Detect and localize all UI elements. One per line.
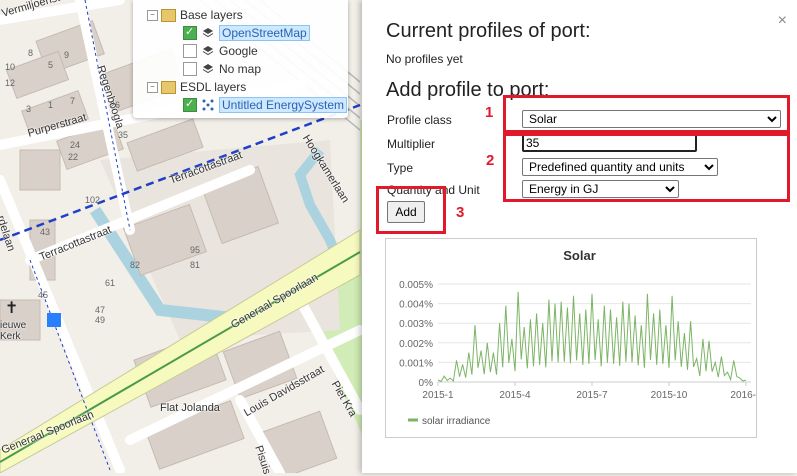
layer-checkbox[interactable] <box>183 25 197 40</box>
type-label: Type <box>387 161 414 175</box>
x-tick-label: 2015-10 <box>651 390 688 401</box>
series-line <box>437 291 747 383</box>
quantity-unit-label: Quantity and Unit <box>387 183 480 197</box>
add-button[interactable]: Add <box>387 201 425 223</box>
solar-chart: Solar 0% 0.001% 0.002% 0.003% 0.004% 0.005% 201… <box>399 248 762 427</box>
chart-container: Solar 0% 0.001% 0.002% 0.003% 0.004% 0.005% 201… <box>385 238 762 438</box>
multiplier-label: Multiplier <box>387 137 436 151</box>
layers-icon <box>202 28 214 38</box>
no-profiles-text: No profiles yet <box>386 52 463 66</box>
y-tick-label: 0.005% <box>399 280 433 291</box>
house-number: 9 <box>64 50 70 60</box>
poi-label: ieuwe Kerk <box>0 320 27 342</box>
house-number: 81 <box>190 260 201 270</box>
layer-label: Untitled EnergySystem <box>219 97 348 113</box>
folder-icon <box>161 80 176 94</box>
x-tick-label: 2015-4 <box>499 390 531 401</box>
base-layers-label: Base layers <box>180 8 243 22</box>
layer-checkbox[interactable] <box>183 62 197 76</box>
x-tick-label: 2015-1 <box>422 390 454 401</box>
house-number: 49 <box>95 315 106 325</box>
house-number: 47 <box>95 305 106 315</box>
esdl-layers-label: ESDL layers <box>180 80 247 94</box>
house-number: 43 <box>40 227 51 237</box>
close-icon[interactable]: × <box>778 12 787 30</box>
y-tick-label: 0.002% <box>399 339 433 350</box>
annotation-number: 3 <box>456 204 465 221</box>
layer-item-openstreetmap[interactable]: OpenStreetMap <box>183 24 310 42</box>
base-layers-node[interactable]: − Base layers <box>147 6 243 24</box>
layer-item-energysystem[interactable]: Untitled EnergySystem <box>183 96 348 114</box>
house-number: 82 <box>130 260 141 270</box>
layer-checkbox[interactable] <box>183 97 197 112</box>
house-number: 12 <box>5 78 16 88</box>
collapse-icon[interactable]: − <box>147 9 158 21</box>
svg-text:✝: ✝ <box>5 298 18 317</box>
chart-title: Solar <box>563 248 596 263</box>
x-tick-label: 2015-7 <box>576 390 608 401</box>
street-label: Flat Jolanda <box>160 402 220 414</box>
profile-class-select[interactable]: Solar <box>522 110 781 128</box>
house-number: 61 <box>105 278 116 288</box>
house-number: 35 <box>118 130 129 140</box>
y-tick-label: 0.004% <box>399 300 433 311</box>
house-number: 22 <box>68 152 79 162</box>
layer-label: No map <box>219 62 262 76</box>
layers-icon <box>202 64 214 74</box>
x-tick-label: 2016-1 <box>730 390 756 401</box>
layer-checkbox[interactable] <box>183 44 197 58</box>
folder-icon <box>161 8 176 22</box>
house-number: 26 <box>110 100 121 110</box>
layers-icon <box>202 46 214 56</box>
house-number: 7 <box>70 96 76 106</box>
house-number: 10 <box>5 62 16 72</box>
legend-label: solar irradiance <box>422 416 491 427</box>
collapse-icon[interactable]: − <box>147 81 158 93</box>
house-number: 1 <box>48 100 54 110</box>
quantity-unit-select[interactable]: Energy in GJ <box>522 180 679 198</box>
house-number: 24 <box>70 140 81 150</box>
layer-label: Google <box>219 44 258 58</box>
house-number: 102 <box>85 195 101 205</box>
layer-label: OpenStreetMap <box>219 25 310 41</box>
y-tick-label: 0.001% <box>399 358 433 369</box>
house-number: 45 <box>38 290 49 300</box>
layer-item-no-map[interactable]: No map <box>183 60 261 78</box>
house-number: 8 <box>28 48 34 58</box>
house-number: 95 <box>190 245 201 255</box>
layer-item-google[interactable]: Google <box>183 42 258 60</box>
layers-panel: − Base layers OpenStreetMap Google No ma… <box>133 0 348 118</box>
y-tick-label: 0.003% <box>399 319 433 330</box>
type-select[interactable]: Predefined quantity and units <box>522 158 718 176</box>
current-profiles-title: Current profiles of port: <box>386 20 591 42</box>
add-profile-title: Add profile to port: <box>386 79 550 101</box>
annotation-number: 1 <box>485 104 494 121</box>
esdl-layers-node[interactable]: − ESDL layers <box>147 78 246 96</box>
multiplier-input[interactable] <box>522 134 697 152</box>
house-number: 3 <box>26 104 32 114</box>
house-number: 5 <box>48 60 54 70</box>
annotation-number: 2 <box>486 152 495 169</box>
y-tick-label: 0% <box>419 378 434 389</box>
network-icon <box>202 99 214 111</box>
profile-class-label: Profile class <box>387 113 452 127</box>
